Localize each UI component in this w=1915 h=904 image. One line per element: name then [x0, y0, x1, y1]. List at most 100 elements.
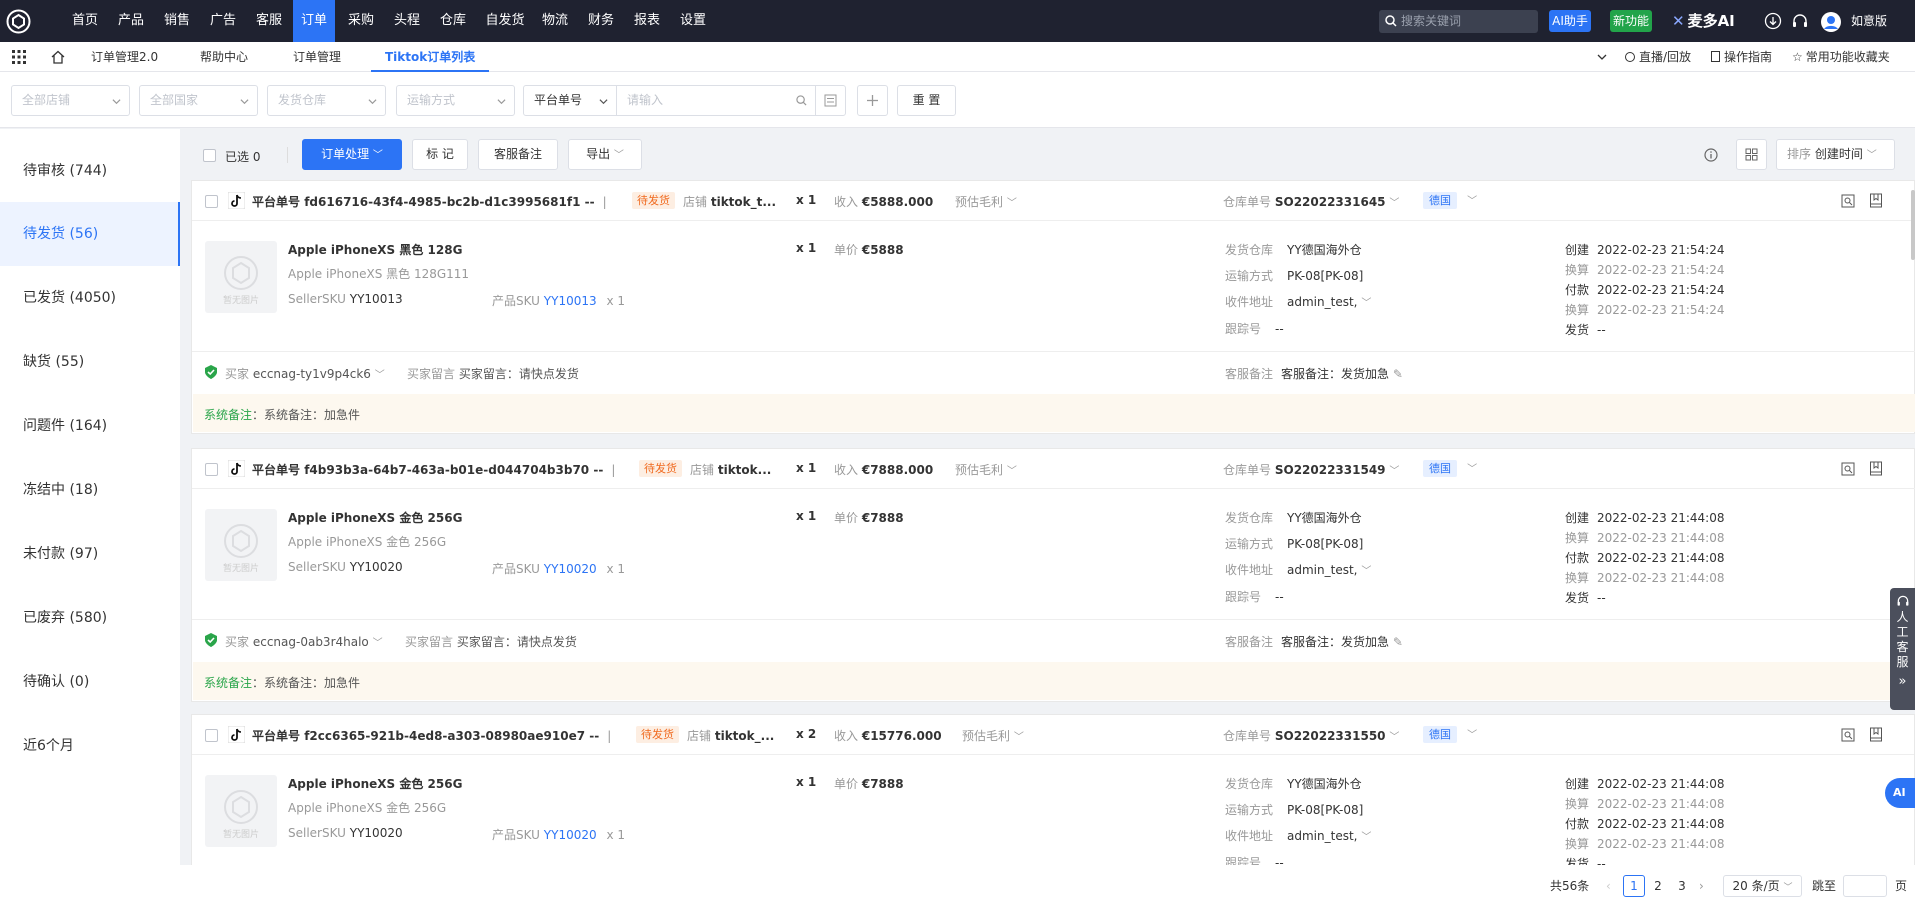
sidebar-item-discarded[interactable]: 已废弃 (580) — [0, 586, 180, 650]
order-checkbox[interactable] — [205, 729, 218, 742]
reset-button[interactable]: 重 置 — [897, 85, 956, 116]
cs-remark-button[interactable]: 客服备注 — [478, 139, 558, 170]
country-select[interactable]: 全部国家 — [139, 85, 258, 116]
chevron-down-icon[interactable]: ﹀ — [1361, 298, 1371, 309]
page-1[interactable]: 1 — [1623, 875, 1645, 897]
field-select[interactable]: 平台单号 — [523, 85, 617, 116]
profit-dropdown[interactable]: 预估毛利 ﹀ — [955, 193, 1017, 210]
download-icon[interactable] — [1764, 12, 1782, 30]
new-feature-button[interactable]: 新功能 — [1610, 10, 1652, 32]
chevron-down-icon[interactable]: ﹀ — [1389, 732, 1399, 743]
ai-float-button[interactable]: AI — [1885, 778, 1915, 808]
select-all-checkbox[interactable] — [203, 149, 216, 162]
detail-icon[interactable] — [1841, 728, 1855, 742]
edit-pencil-icon[interactable]: ✎ — [1393, 367, 1403, 381]
export-button[interactable]: 导出 ﹀ — [568, 139, 642, 170]
chevron-down-icon[interactable] — [1597, 52, 1607, 62]
tab-tiktok-orders[interactable]: Tiktok订单列表 — [371, 42, 490, 72]
headset-icon[interactable] — [1791, 12, 1809, 30]
note-icon[interactable] — [1869, 193, 1883, 208]
nav-home[interactable]: 首页 — [64, 0, 106, 42]
info-icon[interactable] — [1704, 148, 1718, 162]
sku-link[interactable]: YY10020 — [544, 562, 597, 576]
search-input[interactable]: 搜索关键词 — [1379, 10, 1538, 33]
buyer-name[interactable]: eccnag-0ab3r4halo — [253, 635, 369, 649]
wh-no-value[interactable]: SO22022331645 — [1275, 195, 1386, 209]
wh-no-value[interactable]: SO22022331549 — [1275, 463, 1386, 477]
tab-order-management-2[interactable]: 订单管理2.0 — [91, 42, 158, 72]
favorites-link[interactable]: ☆ 常用功能收藏夹 — [1792, 42, 1890, 72]
sidebar-item-unpaid[interactable]: 未付款 (97) — [0, 522, 180, 586]
user-name[interactable]: 如意版 — [1851, 12, 1887, 30]
chevron-down-icon[interactable]: ﹀ — [1467, 196, 1477, 207]
nav-selfship[interactable]: 自发货 — [478, 0, 532, 42]
page-3[interactable]: 3 — [1674, 875, 1690, 897]
sidebar-item-out-of-stock[interactable]: 缺货 (55) — [0, 330, 180, 394]
store-name[interactable]: tiktok... — [718, 463, 771, 477]
customer-service-float[interactable]: 人工客服 » — [1890, 588, 1915, 710]
nav-sales[interactable]: 销售 — [156, 0, 198, 42]
guide-link[interactable]: 操作指南 — [1711, 42, 1772, 72]
order-process-button[interactable]: 订单处理 ﹀ — [302, 139, 402, 170]
chevron-down-icon[interactable]: ﹀ — [1467, 730, 1477, 741]
sidebar-item-problem[interactable]: 问题件 (164) — [0, 394, 180, 458]
order-checkbox[interactable] — [205, 463, 218, 476]
profit-dropdown[interactable]: 预估毛利 ﹀ — [955, 461, 1017, 478]
store-name[interactable]: tiktok_t... — [711, 195, 776, 209]
tab-help-center[interactable]: 帮助中心 — [200, 42, 248, 72]
detail-icon[interactable] — [1841, 194, 1855, 208]
batch-search-button[interactable] — [815, 85, 846, 116]
address-value[interactable]: admin_test, — [1287, 829, 1357, 843]
nav-reports[interactable]: 报表 — [626, 0, 668, 42]
expand-icon[interactable]: » — [1890, 674, 1915, 689]
shipping-select[interactable]: 运输方式 — [396, 85, 515, 116]
chevron-down-icon[interactable]: ﹀ — [375, 370, 385, 381]
platform-order-no[interactable]: f4b93b3a-64b7-463a-b01e-d044704b3b70 — [304, 463, 589, 477]
sidebar-item-pending-ship[interactable]: 待发货 (56) — [0, 202, 180, 266]
product-name[interactable]: Apple iPhoneXS 金色 256G — [288, 775, 462, 792]
chevron-down-icon[interactable]: ﹀ — [373, 638, 383, 649]
nav-product[interactable]: 产品 — [110, 0, 152, 42]
sidebar-item-last-6-months[interactable]: 近6个月 — [0, 714, 180, 778]
live-replay-link[interactable]: 直播/回放 — [1625, 42, 1691, 72]
ai-assistant-button[interactable]: AI助手 — [1549, 10, 1591, 32]
nav-purchase[interactable]: 采购 — [340, 0, 382, 42]
nav-ads[interactable]: 广告 — [202, 0, 244, 42]
sidebar-item-pending-confirm[interactable]: 待确认 (0) — [0, 650, 180, 714]
sort-select[interactable]: 排序 创建时间 ﹀ — [1776, 139, 1895, 170]
scrollbar-thumb[interactable] — [1911, 190, 1915, 260]
keyword-input[interactable]: 请输入 — [616, 85, 816, 116]
mark-button[interactable]: 标 记 — [412, 139, 468, 170]
store-select[interactable]: 全部店铺 — [11, 85, 130, 116]
store-name[interactable]: tiktok_... — [715, 729, 774, 743]
add-filter-button[interactable] — [857, 85, 888, 116]
nav-settings[interactable]: 设置 — [672, 0, 714, 42]
nav-warehouse[interactable]: 仓库 — [432, 0, 474, 42]
chevron-down-icon[interactable]: ﹀ — [1389, 198, 1399, 209]
nav-finance[interactable]: 财务 — [580, 0, 622, 42]
sku-link[interactable]: YY10013 — [544, 294, 597, 308]
home-icon[interactable] — [51, 50, 65, 64]
chevron-down-icon[interactable]: ﹀ — [1389, 466, 1399, 477]
order-checkbox[interactable] — [205, 195, 218, 208]
chevron-down-icon[interactable]: ﹀ — [1361, 832, 1371, 843]
detail-icon[interactable] — [1841, 462, 1855, 476]
apps-grid-icon[interactable] — [12, 50, 26, 64]
brand-logo[interactable]: ✕ 麦多AI — [1672, 10, 1735, 32]
sku-link[interactable]: YY10020 — [544, 828, 597, 842]
sidebar-item-frozen[interactable]: 冻结中 (18) — [0, 458, 180, 522]
sidebar-item-shipped[interactable]: 已发货 (4050) — [0, 266, 180, 330]
sidebar-item-pending-review[interactable]: 待审核 (744) — [0, 139, 180, 203]
jump-page-input[interactable] — [1843, 875, 1887, 897]
nav-orders[interactable]: 订单 — [293, 0, 335, 42]
buyer-name[interactable]: eccnag-ty1v9p4ck6 — [253, 367, 371, 381]
next-page-icon[interactable]: › — [1699, 875, 1704, 897]
page-2[interactable]: 2 — [1650, 875, 1666, 897]
app-logo-icon[interactable] — [6, 9, 31, 34]
layout-toggle-button[interactable] — [1736, 139, 1767, 170]
note-icon[interactable] — [1869, 727, 1883, 742]
address-value[interactable]: admin_test, — [1287, 295, 1357, 309]
prev-page-icon[interactable]: ‹ — [1606, 875, 1611, 897]
page-size-select[interactable]: 20 条/页 ﹀ — [1723, 875, 1802, 897]
avatar[interactable] — [1821, 12, 1841, 32]
